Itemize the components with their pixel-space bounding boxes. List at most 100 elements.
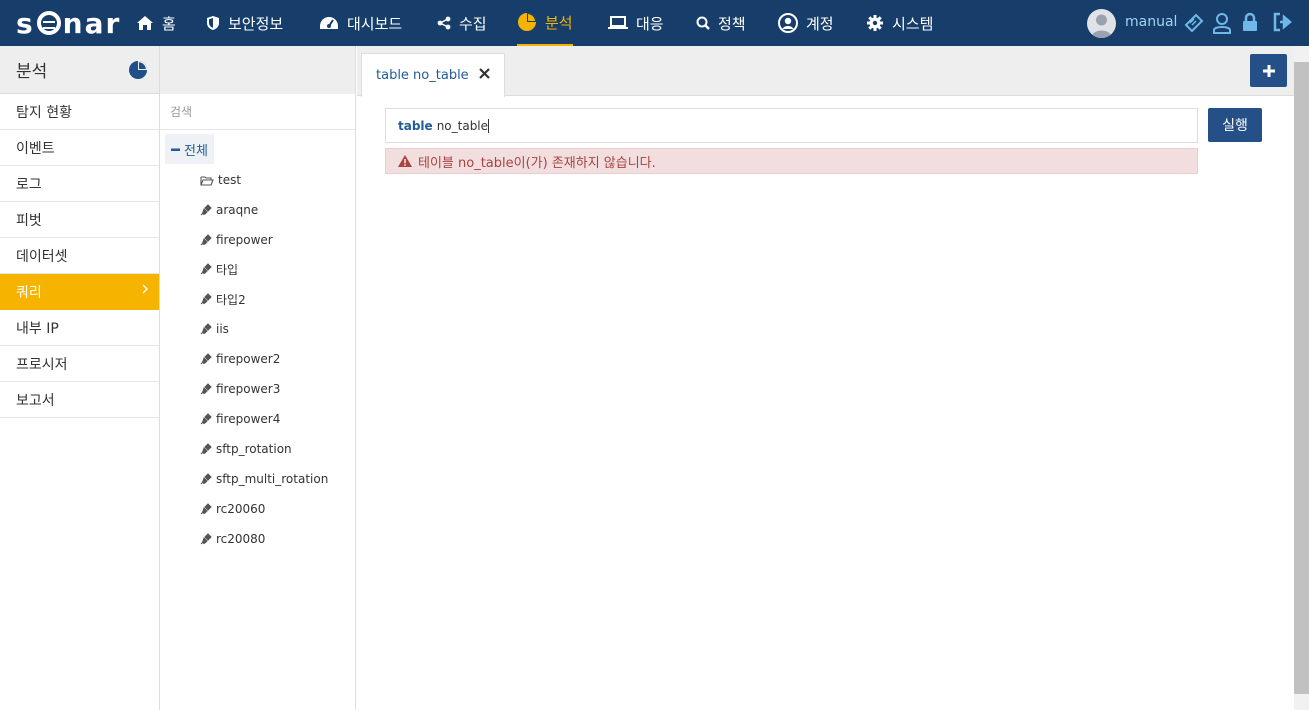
nav-policy[interactable]: 정책 — [696, 0, 746, 46]
plug-icon — [200, 353, 212, 365]
plug-icon — [200, 533, 212, 545]
tree-item[interactable]: sftp_multi_rotation — [200, 469, 328, 489]
tree-item[interactable]: rc20060 — [200, 499, 265, 519]
sidebar-item-procedure[interactable]: 프로시저 — [0, 346, 159, 382]
tree-item[interactable]: firepower — [200, 230, 273, 250]
sidebar-item-pivot[interactable]: 피벗 — [0, 202, 159, 238]
home-icon — [136, 15, 154, 31]
tree-item-label: firepower3 — [216, 382, 281, 396]
nav-label: 보안정보 — [228, 14, 284, 33]
tree-item-label: 타입 — [216, 262, 239, 277]
search-icon — [696, 16, 710, 30]
sidebar-item-label: 보고서 — [16, 392, 55, 409]
avatar[interactable] — [1087, 9, 1116, 38]
plug-icon — [200, 413, 212, 425]
close-icon[interactable] — [479, 68, 490, 79]
tree-item-label: firepower2 — [216, 352, 281, 366]
query-input[interactable]: table no_table — [385, 108, 1198, 143]
sidebar-item-label: 프로시저 — [16, 356, 68, 373]
pie-chart-icon — [128, 60, 148, 80]
sidebar-item-label: 탐지 현황 — [16, 104, 72, 121]
sidebar-item-detection-status[interactable]: 탐지 현황 — [0, 94, 159, 130]
nav-home[interactable]: 홈 — [136, 0, 176, 46]
tree-item-label: 타입2 — [216, 292, 246, 307]
tree-item[interactable]: firepower2 — [200, 349, 280, 369]
tab-query[interactable]: table no_table — [361, 53, 505, 97]
nav-account[interactable]: 계정 — [778, 0, 834, 46]
nav-label: 수집 — [459, 14, 487, 33]
query-keyword: table — [398, 118, 433, 133]
tree-header — [160, 46, 355, 94]
nav-system[interactable]: 시스템 — [866, 0, 933, 46]
nav-label: 홈 — [162, 14, 176, 33]
sidebar-item-label: 로그 — [16, 176, 42, 193]
error-message: 테이블 no_table이(가) 존재하지 않습니다. — [418, 155, 656, 171]
nav-label: 대응 — [636, 14, 664, 33]
plug-icon — [200, 503, 212, 515]
tree-item[interactable]: sftp_rotation — [200, 439, 292, 459]
nav-security-info[interactable]: 보안정보 — [206, 0, 283, 46]
gear-icon — [866, 14, 884, 32]
tree-item-label: iis — [216, 322, 229, 336]
nav-dashboard[interactable]: 대시보드 — [319, 0, 402, 46]
sonar-logo[interactable]: s nar — [16, 7, 121, 40]
user-circle-icon — [778, 13, 798, 33]
sidebar-item-query[interactable]: 쿼리 — [0, 274, 159, 310]
tree-item-label: rc20060 — [216, 502, 266, 516]
scrollbar-thumb[interactable] — [1294, 62, 1309, 694]
dashboard-icon — [319, 15, 339, 31]
tree-item-label: rc20080 — [216, 532, 266, 546]
nav-analysis[interactable]: 분석 — [517, 0, 573, 46]
plug-icon — [200, 204, 212, 216]
tree-root[interactable]: 전체 — [165, 134, 214, 164]
minus-icon[interactable] — [171, 145, 180, 154]
pie-chart-icon — [517, 12, 537, 32]
ticket-icon[interactable] — [1183, 12, 1205, 34]
tree-item[interactable]: test — [200, 170, 241, 190]
logout-icon[interactable] — [1272, 12, 1294, 32]
username[interactable]: manual — [1125, 14, 1177, 30]
chevron-right-icon — [141, 283, 149, 295]
nav-label: 정책 — [718, 14, 746, 33]
tab-bar: table no_table — [357, 46, 1295, 97]
warning-icon — [398, 155, 412, 167]
plug-icon — [200, 263, 212, 275]
add-tab-button[interactable] — [1250, 54, 1287, 87]
sidebar-item-dataset[interactable]: 데이터셋 — [0, 238, 159, 274]
nav-collect[interactable]: 수집 — [437, 0, 487, 46]
tree-item[interactable]: 타입2 — [200, 289, 246, 309]
tree-item-label: araqne — [216, 203, 259, 217]
tree-item[interactable]: firepower3 — [200, 379, 280, 399]
tree-item[interactable]: 타입 — [200, 259, 238, 279]
query-value: no_table — [436, 118, 489, 133]
nav-response[interactable]: 대응 — [608, 0, 664, 46]
sidebar-item-report[interactable]: 보고서 — [0, 382, 159, 418]
sidebar-item-events[interactable]: 이벤트 — [0, 130, 159, 166]
plug-icon — [200, 443, 212, 455]
sidebar-item-label: 피벗 — [16, 212, 42, 229]
tree-item-label: sftp_multi_rotation — [216, 472, 329, 486]
laptop-icon — [608, 16, 628, 30]
folder-open-icon — [200, 175, 214, 186]
tree-search-input[interactable]: 검색 — [160, 94, 355, 130]
sidebar-item-label: 내부 IP — [16, 320, 59, 337]
plug-icon — [200, 383, 212, 395]
top-navbar: s nar 홈 보안정보 대시보드 수집 분석 대응 정책 계정 시스템 man… — [0, 0, 1309, 46]
tree-item-label: test — [218, 173, 242, 187]
text-cursor — [488, 118, 490, 133]
sidebar-item-label: 이벤트 — [16, 140, 55, 157]
shield-icon — [206, 15, 220, 31]
plug-icon — [200, 473, 212, 485]
plus-icon — [1262, 64, 1275, 77]
tree-item[interactable]: iis — [200, 319, 229, 339]
sidebar-item-internal-ip[interactable]: 내부 IP — [0, 310, 159, 346]
share-icon — [437, 16, 451, 30]
sidebar-title: 분석 — [16, 62, 48, 82]
lock-icon[interactable] — [1242, 12, 1258, 32]
user-outline-icon[interactable] — [1212, 12, 1232, 34]
tree-item[interactable]: rc20080 — [200, 529, 265, 549]
run-button[interactable]: 실행 — [1208, 108, 1262, 142]
sidebar-item-logs[interactable]: 로그 — [0, 166, 159, 202]
tree-item[interactable]: firepower4 — [200, 409, 280, 429]
tree-item[interactable]: araqne — [200, 200, 258, 220]
